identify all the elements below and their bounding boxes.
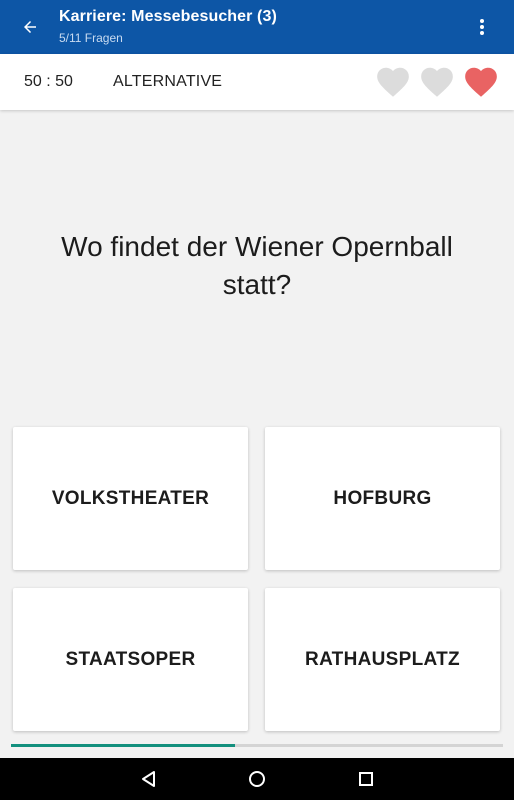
nav-back-button[interactable]: [136, 767, 160, 791]
nav-home-button[interactable]: [245, 767, 269, 791]
joker-fifty-fifty-button[interactable]: 50 : 50: [24, 73, 73, 91]
arrow-left-icon: [24, 21, 36, 33]
answer-button-3[interactable]: STAATSOPER: [13, 588, 248, 731]
heart-icon: [421, 67, 453, 97]
lives-indicator: [374, 63, 500, 101]
system-navigation-bar: [0, 758, 514, 800]
circle-home-icon: [249, 771, 265, 787]
back-button[interactable]: [14, 11, 46, 43]
triangle-back-icon: [142, 771, 155, 787]
question-counter: 5/11 Fragen: [59, 31, 123, 45]
answer-button-1[interactable]: VOLKSTHEATER: [13, 427, 248, 570]
more-vert-icon: [480, 19, 484, 35]
heart-icon: [465, 67, 497, 97]
answer-button-2[interactable]: HOFBURG: [265, 427, 500, 570]
question-text: Wo findet der Wiener Opernball statt?: [61, 231, 453, 300]
answer-button-4[interactable]: RATHAUSPLATZ: [265, 588, 500, 731]
nav-recents-button[interactable]: [354, 767, 378, 791]
joker-toolbar: 50 : 50 ALTERNATIVE: [0, 54, 514, 110]
page-title: Karriere: Messebesucher (3): [59, 8, 277, 25]
quiz-progress-fill: [11, 744, 235, 747]
quiz-progress-bar: [11, 744, 503, 747]
overflow-menu-button[interactable]: [468, 12, 496, 42]
heart-icon: [377, 67, 409, 97]
app-bar: Karriere: Messebesucher (3) 5/11 Fragen: [0, 0, 514, 54]
joker-alternative-button[interactable]: ALTERNATIVE: [113, 73, 222, 91]
square-recents-icon: [359, 772, 373, 786]
